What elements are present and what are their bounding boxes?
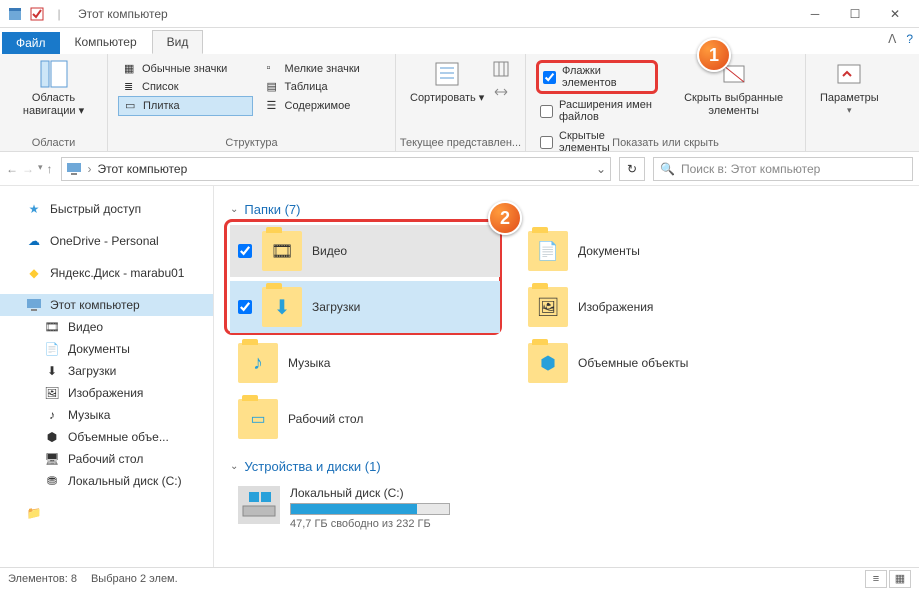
ribbon: Область навигации ▾ Области ▦Обычные зна… xyxy=(0,54,919,152)
folder-icon: 🎞 xyxy=(262,231,302,271)
sidebar-documents[interactable]: 📄Документы xyxy=(0,338,213,360)
layout-content[interactable]: ☰Содержимое xyxy=(261,96,385,116)
recent-button[interactable]: ▾ xyxy=(38,162,43,176)
sidebar-downloads[interactable]: ⬇Загрузки xyxy=(0,360,213,382)
drive-c[interactable]: Локальный диск (C:) 47,7 ГБ свободно из … xyxy=(230,482,903,534)
drive-icon xyxy=(238,486,280,524)
file-extensions-toggle[interactable]: Расширения имен файлов xyxy=(536,97,658,125)
search-icon: 🔍 xyxy=(660,162,675,176)
status-item-count: Элементов: 8 xyxy=(8,573,77,585)
view-icons-button[interactable]: ▦ xyxy=(889,570,911,588)
folders-header[interactable]: ⌄ Папки (7) xyxy=(230,202,903,217)
options-button[interactable]: Параметры ▾ xyxy=(814,56,885,118)
folder-icon: ⬇ xyxy=(262,287,302,327)
ribbon-tabs: Файл Компьютер Вид ᐱ ? xyxy=(0,28,919,54)
nav-pane-button[interactable]: Область навигации ▾ xyxy=(8,56,99,120)
search-box[interactable]: 🔍 Поиск в: Этот компьютер xyxy=(653,157,913,181)
back-button[interactable]: ← xyxy=(6,162,18,176)
hide-selected-button[interactable]: Скрыть выбранные элементы xyxy=(670,56,797,120)
tab-computer[interactable]: Компьютер xyxy=(60,30,152,54)
item-checkboxes-toggle[interactable]: Флажки элементов xyxy=(536,60,658,94)
folder-documents[interactable]: 📄 Документы xyxy=(520,225,790,277)
address-box[interactable]: › Этот компьютер ⌄ xyxy=(61,157,611,181)
folder-icon: 📄 xyxy=(528,231,568,271)
sidebar-videos[interactable]: 🎞Видео xyxy=(0,316,213,338)
size-columns-icon[interactable] xyxy=(492,83,510,104)
folder-desktop[interactable]: ▭ Рабочий стол xyxy=(230,393,500,445)
drive-name: Локальный диск (C:) xyxy=(290,486,450,500)
sidebar-3d-objects[interactable]: ⬢Объемные объе... xyxy=(0,426,213,448)
group-show-label: Показать или скрыть xyxy=(526,137,805,149)
folder-pictures[interactable]: 🖼 Изображения xyxy=(520,281,790,333)
search-placeholder: Поиск в: Этот компьютер xyxy=(681,162,820,176)
sidebar-quick-access[interactable]: ★Быстрый доступ xyxy=(0,198,213,220)
help-icon[interactable]: ? xyxy=(906,32,913,46)
sort-icon xyxy=(431,58,463,90)
nav-sidebar: ★Быстрый доступ ☁OneDrive - Personal ◆Ян… xyxy=(0,186,214,567)
annotation-badge-2: 2 xyxy=(488,201,522,235)
folder-icon: ▭ xyxy=(238,399,278,439)
sidebar-more[interactable]: 📁 xyxy=(0,502,213,524)
tab-file[interactable]: Файл xyxy=(2,32,60,54)
folder-videos-checkbox[interactable] xyxy=(238,244,252,258)
pc-icon xyxy=(26,297,42,313)
group-panes-label: Области xyxy=(0,137,107,149)
refresh-button[interactable]: ↻ xyxy=(619,157,645,181)
tab-view[interactable]: Вид xyxy=(152,30,204,54)
annotation-badge-1: 1 xyxy=(697,38,731,72)
folders-grid: 2 🎞 Видео 📄 Документы ⬇ Загрузки 🖼 Изобр… xyxy=(230,225,903,445)
sidebar-yandex-disk[interactable]: ◆Яндекс.Диск - marabu01 xyxy=(0,262,213,284)
address-dropdown-icon[interactable]: ⌄ xyxy=(596,162,606,176)
qat-checkbox-icon[interactable] xyxy=(29,6,45,22)
content-area: ⌄ Папки (7) 2 🎞 Видео 📄 Документы ⬇ Загр… xyxy=(214,186,919,567)
add-columns-icon[interactable] xyxy=(492,60,510,81)
status-selection: Выбрано 2 элем. xyxy=(91,573,178,585)
layout-tiles[interactable]: ▭Плитка xyxy=(118,96,253,116)
folder-3d-objects[interactable]: ⬢ Объемные объекты xyxy=(520,337,790,389)
layout-details[interactable]: ▤Таблица xyxy=(261,78,385,96)
sort-button[interactable]: Сортировать ▾ xyxy=(404,56,490,107)
drive-free-text: 47,7 ГБ свободно из 232 ГБ xyxy=(290,518,450,530)
forward-button[interactable]: → xyxy=(22,162,34,176)
folder-music[interactable]: ♪ Музыка xyxy=(230,337,500,389)
drives-header[interactable]: ⌄ Устройства и диски (1) xyxy=(230,459,903,474)
close-button[interactable]: ✕ xyxy=(875,0,915,28)
up-button[interactable]: ↑ xyxy=(47,162,53,176)
chevron-down-icon: ⌄ xyxy=(230,461,238,472)
sidebar-local-disk-c[interactable]: ⛃Локальный диск (C:) xyxy=(0,470,213,492)
folder-downloads-checkbox[interactable] xyxy=(238,300,252,314)
sidebar-pictures[interactable]: 🖼Изображения xyxy=(0,382,213,404)
folder-videos[interactable]: 🎞 Видео xyxy=(230,225,500,277)
status-bar: Элементов: 8 Выбрано 2 элем. ≡ ▦ xyxy=(0,567,919,589)
collapse-ribbon-icon[interactable]: ᐱ xyxy=(888,32,896,46)
app-icon xyxy=(7,6,23,22)
address-path[interactable]: Этот компьютер xyxy=(98,162,188,176)
layout-small-icons[interactable]: ▫Мелкие значки xyxy=(261,60,385,78)
item-checkboxes-checkbox[interactable] xyxy=(543,71,556,84)
titlebar: | Этот компьютер ─ ☐ ✕ xyxy=(0,0,919,28)
drive-usage-bar xyxy=(290,503,450,515)
nav-pane-icon xyxy=(38,58,70,90)
group-current-label: Текущее представлен... xyxy=(396,137,525,149)
options-icon xyxy=(833,58,865,90)
layout-list[interactable]: ≣Список xyxy=(118,78,253,96)
sidebar-this-pc[interactable]: Этот компьютер xyxy=(0,294,213,316)
window-title: Этот компьютер xyxy=(78,7,168,21)
sidebar-onedrive[interactable]: ☁OneDrive - Personal xyxy=(0,230,213,252)
pc-icon xyxy=(66,161,82,177)
chevron-down-icon: ⌄ xyxy=(230,204,238,215)
view-details-button[interactable]: ≡ xyxy=(865,570,887,588)
qat-divider: | xyxy=(51,6,67,22)
folder-icon: ⬢ xyxy=(528,343,568,383)
folder-downloads[interactable]: ⬇ Загрузки xyxy=(230,281,500,333)
file-extensions-checkbox[interactable] xyxy=(540,105,553,118)
minimize-button[interactable]: ─ xyxy=(795,0,835,28)
sidebar-desktop[interactable]: 🖥Рабочий стол xyxy=(0,448,213,470)
layout-medium-icons[interactable]: ▦Обычные значки xyxy=(118,60,253,78)
folder-icon: 🖼 xyxy=(528,287,568,327)
sidebar-music[interactable]: ♪Музыка xyxy=(0,404,213,426)
group-layout-label: Структура xyxy=(108,137,395,149)
maximize-button[interactable]: ☐ xyxy=(835,0,875,28)
folder-icon: ♪ xyxy=(238,343,278,383)
